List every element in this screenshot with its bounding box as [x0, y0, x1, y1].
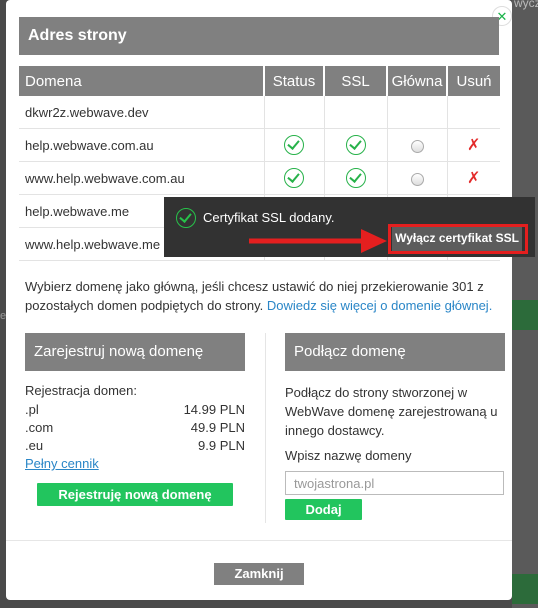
background-green-block: [512, 574, 538, 604]
price-row: .pl 14.99 PLN: [25, 402, 245, 417]
modal-title: Adres strony: [19, 17, 499, 55]
footer-divider: [6, 540, 512, 541]
close-button[interactable]: Zamknij: [214, 563, 304, 585]
column-header-status: Status: [264, 66, 325, 96]
table-row: www.help.webwave.com.au ✗: [19, 161, 500, 195]
background-text: wycz: [514, 0, 538, 10]
price-value: 49.9 PLN: [190, 420, 245, 435]
highlight-arrow-icon: [249, 229, 387, 253]
status-ok-icon: [284, 168, 304, 188]
success-check-icon: [176, 208, 196, 228]
price-tld: .pl: [25, 402, 39, 417]
delete-icon[interactable]: ✗: [467, 137, 480, 154]
domain-settings-modal: ✕ Adres strony Domena Status SSL Główna …: [6, 0, 512, 600]
status-ok-icon: [284, 135, 304, 155]
price-row: .eu 9.9 PLN: [25, 438, 245, 453]
column-header-domain: Domena: [19, 66, 265, 96]
register-domain-button[interactable]: Rejestruję nową domenę: [37, 483, 233, 506]
toast-message: Certyfikat SSL dodany.: [203, 210, 335, 225]
table-header-row: Domena Status SSL Główna Usuń: [19, 66, 500, 96]
connect-description: Podłącz do strony stworzonej w WebWave d…: [285, 385, 498, 438]
full-pricing-link[interactable]: Pełny cennik: [25, 456, 99, 471]
register-domain-card: Zarejestruj nową domenę Rejestracja dome…: [25, 333, 245, 506]
main-domain-radio[interactable]: [410, 172, 424, 186]
price-row: .com 49.9 PLN: [25, 420, 245, 435]
price-value: 9.9 PLN: [198, 438, 245, 453]
column-header-main: Główna: [387, 66, 448, 96]
background-page-right: [512, 0, 538, 608]
table-row: dkwr2z.webwave.dev: [19, 96, 500, 129]
connect-heading: Podłącz domenę: [285, 333, 505, 371]
register-label: Rejestracja domen:: [25, 383, 137, 398]
add-domain-button[interactable]: Dodaj: [285, 499, 362, 520]
delete-icon[interactable]: ✗: [467, 170, 480, 187]
learn-more-link[interactable]: Dowiedz się więcej o domenie głównej.: [267, 298, 492, 313]
ssl-ok-icon: [345, 168, 366, 188]
divider: [265, 333, 266, 523]
main-domain-info: Wybierz domenę jako główną, jeśli chcesz…: [25, 277, 500, 315]
domain-name: dkwr2z.webwave.dev: [19, 96, 265, 129]
register-heading: Zarejestruj nową domenę: [25, 333, 245, 371]
price-value: 14.99 PLN: [183, 402, 245, 417]
column-header-delete: Usuń: [447, 66, 500, 96]
domain-input-label: Wpisz nazwę domeny: [285, 448, 412, 463]
column-header-ssl: SSL: [324, 66, 388, 96]
domain-name: www.help.webwave.com.au: [19, 161, 265, 195]
highlight-frame: [388, 224, 528, 254]
background-green-block: [512, 300, 538, 330]
domain-name: help.webwave.com.au: [19, 128, 265, 162]
table-row: help.webwave.com.au ✗: [19, 128, 500, 162]
price-tld: .com: [25, 420, 54, 435]
ssl-ok-icon: [345, 135, 366, 155]
domain-input[interactable]: [285, 471, 504, 495]
main-domain-radio[interactable]: [410, 139, 424, 153]
connect-domain-card: Podłącz domenę Podłącz do strony stworzo…: [285, 333, 505, 520]
price-tld: .eu: [25, 438, 44, 453]
